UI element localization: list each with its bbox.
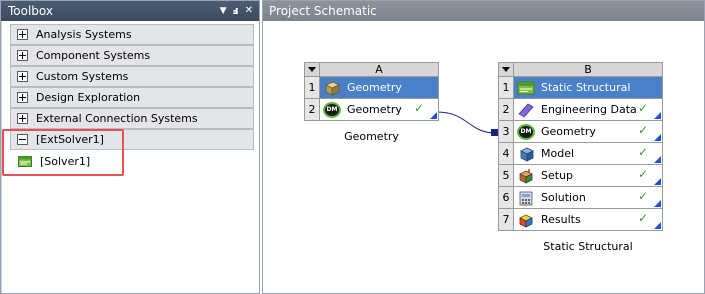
row-number: 5 <box>498 165 514 187</box>
system-title-cell[interactable]: Geometry <box>320 77 439 99</box>
system-caption[interactable]: Static Structural <box>498 240 678 253</box>
designmodeler-icon: DM <box>323 101 341 118</box>
schematic-title: Project Schematic <box>269 4 377 18</box>
category-analysis-systems[interactable]: Analysis Systems <box>10 24 254 45</box>
check-icon: ✓ <box>637 145 648 159</box>
expand-icon[interactable] <box>17 71 28 82</box>
cell-label: Static Structural <box>541 81 631 94</box>
geometry-cell[interactable]: DM Geometry ✓ <box>320 99 439 121</box>
toolbox-titlebar: Toolbox ▼ ⅎ ✕ <box>1 1 259 21</box>
cell-label: Results <box>541 213 581 226</box>
toolbox-controls: ▼ ⅎ ✕ <box>220 1 253 21</box>
dropdown-icon[interactable]: ▼ <box>220 1 227 21</box>
system-header: A <box>304 62 439 77</box>
cell-row-1[interactable]: 1 Geometry <box>304 77 439 99</box>
cell-row-2[interactable]: 2 Engineering Data ✓ <box>498 99 663 121</box>
system-b[interactable]: B 1 Static Structural 2 Engineering Data… <box>498 62 663 253</box>
cell-corner-icon <box>654 178 661 185</box>
category-component-systems[interactable]: Component Systems <box>10 45 254 66</box>
category-label: Component Systems <box>36 49 151 62</box>
category-label: Custom Systems <box>36 70 129 83</box>
engineering-data-icon <box>518 102 534 118</box>
pin-icon[interactable]: ⅎ <box>233 1 239 21</box>
cell-corner-icon <box>654 222 661 229</box>
model-cell[interactable]: Model ✓ <box>514 143 663 165</box>
cell-row-3[interactable]: 3 DM Geometry ✓ <box>498 121 663 143</box>
project-schematic-panel: Project Schematic A 1 Geometry 2 DM Geom… <box>262 0 705 294</box>
cell-corner-icon <box>430 112 437 119</box>
results-icon <box>519 214 533 228</box>
system-menu-arrow-icon[interactable] <box>304 62 320 77</box>
schematic-titlebar: Project Schematic <box>263 1 704 21</box>
check-icon: ✓ <box>413 101 424 115</box>
expand-icon[interactable] <box>17 29 28 40</box>
static-structural-icon <box>517 81 535 94</box>
cell-row-2[interactable]: 2 DM Geometry ✓ <box>304 99 439 121</box>
cell-corner-icon <box>654 112 661 119</box>
close-icon[interactable]: ✕ <box>245 1 253 21</box>
row-number: 7 <box>498 209 514 231</box>
category-external-connection-systems[interactable]: External Connection Systems <box>10 108 254 129</box>
row-number: 2 <box>304 99 320 121</box>
setup-icon <box>519 168 533 184</box>
cell-corner-icon <box>654 156 661 163</box>
category-label: Design Exploration <box>36 91 141 104</box>
cell-corner-icon <box>654 134 661 141</box>
link-endpoint-icon <box>491 129 498 136</box>
cell-label: Solution <box>541 191 586 204</box>
geometry-cell[interactable]: DM Geometry ✓ <box>514 121 663 143</box>
check-icon: ✓ <box>637 189 648 203</box>
cell-row-1[interactable]: 1 Static Structural <box>498 77 663 99</box>
row-number: 2 <box>498 99 514 121</box>
cell-row-4[interactable]: 4 Model ✓ <box>498 143 663 165</box>
expand-icon[interactable] <box>17 92 28 103</box>
expand-icon[interactable] <box>17 113 28 124</box>
system-header: B <box>498 62 663 77</box>
category-label: Analysis Systems <box>36 28 132 41</box>
toolbox-title: Toolbox <box>8 4 53 18</box>
model-icon <box>520 147 534 162</box>
category-label: External Connection Systems <box>36 112 198 125</box>
system-title-cell[interactable]: Static Structural <box>514 77 663 99</box>
system-caption[interactable]: Geometry <box>304 130 439 143</box>
highlight-box <box>2 129 124 176</box>
check-icon: ✓ <box>637 101 648 115</box>
cell-row-5[interactable]: 5 Setup ✓ <box>498 165 663 187</box>
setup-cell[interactable]: Setup ✓ <box>514 165 663 187</box>
check-icon: ✓ <box>637 123 648 137</box>
geometry-box-icon <box>325 81 340 96</box>
check-icon: ✓ <box>637 167 648 181</box>
cell-label: Geometry <box>541 125 596 138</box>
category-design-exploration[interactable]: Design Exploration <box>10 87 254 108</box>
category-custom-systems[interactable]: Custom Systems <box>10 66 254 87</box>
cell-corner-icon <box>654 200 661 207</box>
toolbox-panel: Toolbox ▼ ⅎ ✕ Analysis Systems Component… <box>0 0 260 294</box>
cell-label: Setup <box>541 169 574 182</box>
system-a[interactable]: A 1 Geometry 2 DM Geometry ✓ Geometry <box>304 62 439 143</box>
results-cell[interactable]: Results ✓ <box>514 209 663 231</box>
row-number: 1 <box>498 77 514 99</box>
designmodeler-icon: DM <box>517 123 535 140</box>
solution-icon <box>519 191 533 205</box>
row-number: 1 <box>304 77 320 99</box>
row-number: 6 <box>498 187 514 209</box>
check-icon: ✓ <box>637 211 648 225</box>
engineering-data-cell[interactable]: Engineering Data ✓ <box>514 99 663 121</box>
cell-row-7[interactable]: 7 Results ✓ <box>498 209 663 231</box>
row-number: 4 <box>498 143 514 165</box>
cell-label: Geometry <box>347 103 402 116</box>
cell-label: Model <box>541 147 575 160</box>
column-label: B <box>514 62 663 77</box>
row-number: 3 <box>498 121 514 143</box>
column-label: A <box>320 62 439 77</box>
solution-cell[interactable]: Solution ✓ <box>514 187 663 209</box>
expand-icon[interactable] <box>17 50 28 61</box>
cell-label: Geometry <box>347 81 402 94</box>
system-menu-arrow-icon[interactable] <box>498 62 514 77</box>
cell-label: Engineering Data <box>541 103 637 116</box>
cell-row-6[interactable]: 6 Solution ✓ <box>498 187 663 209</box>
